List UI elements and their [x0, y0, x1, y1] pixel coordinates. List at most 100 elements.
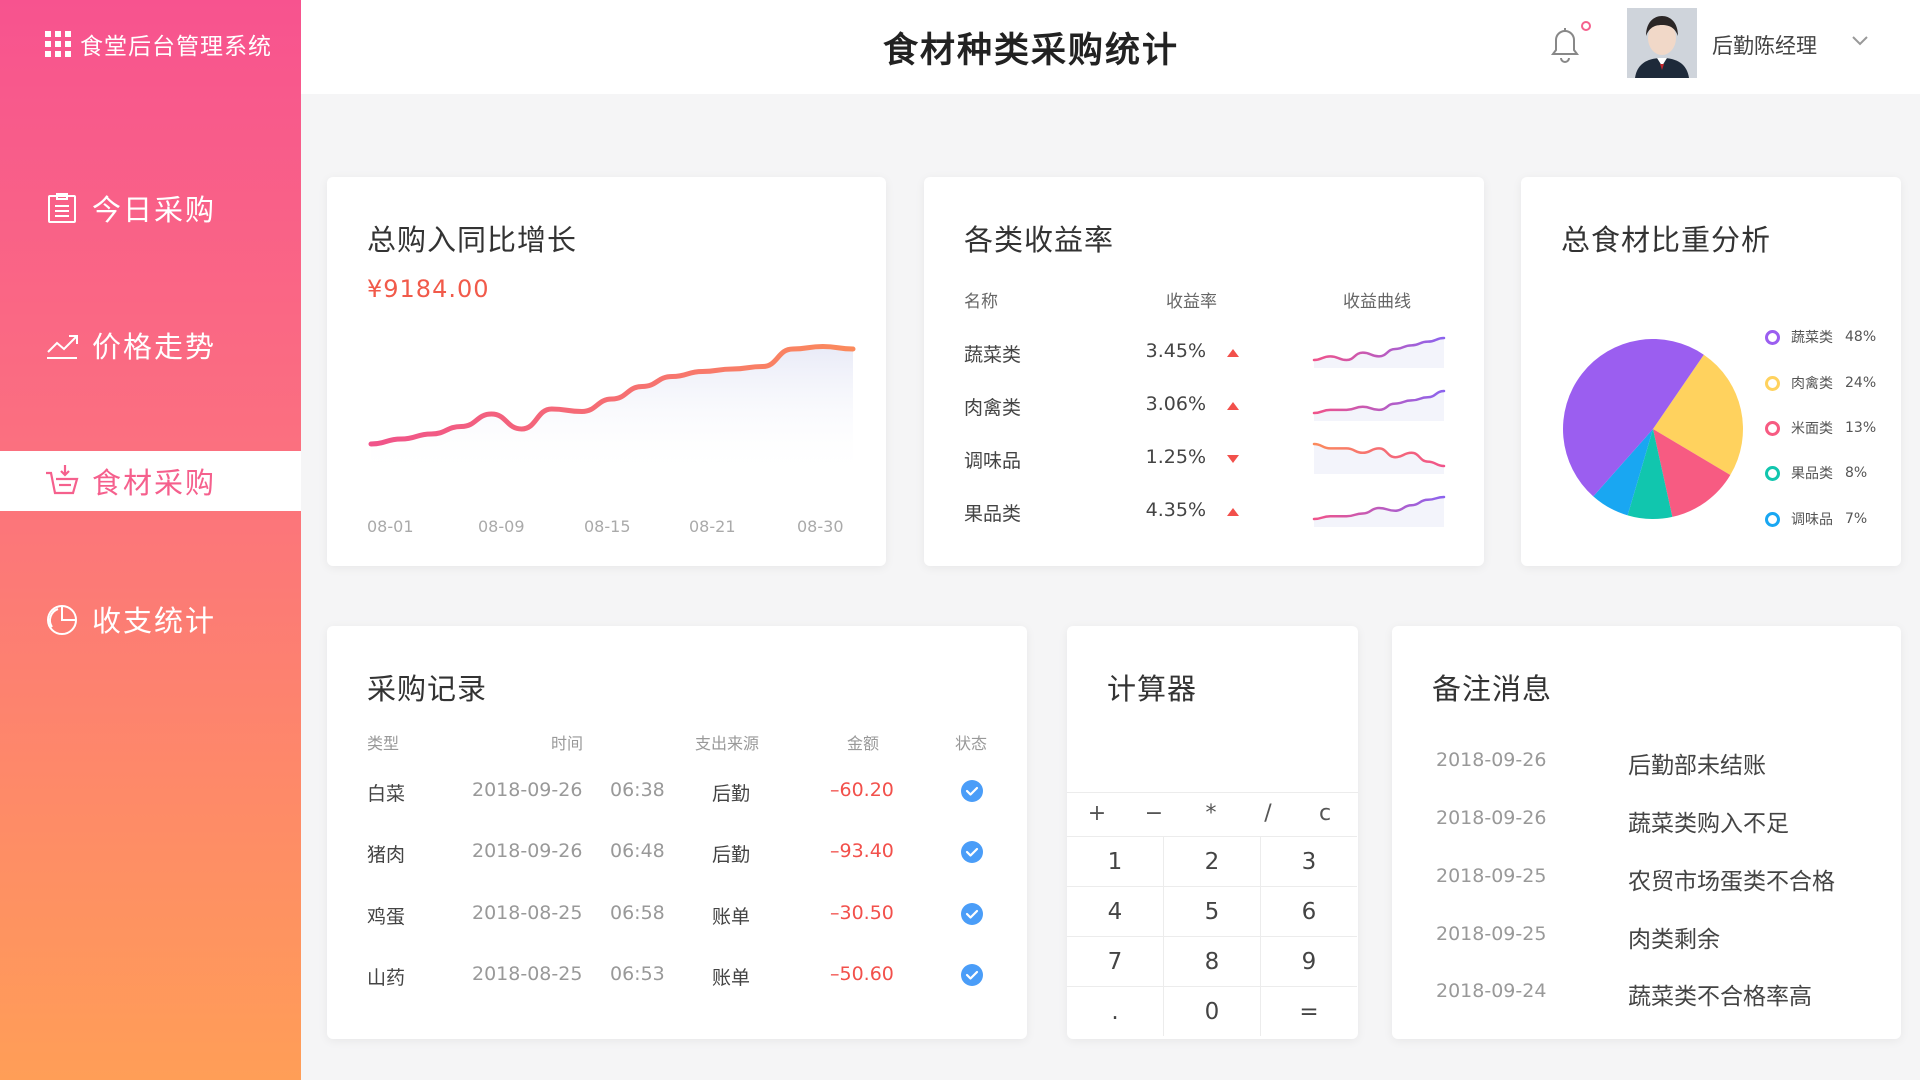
notes-card: 备注消息 2018-09-26 后勤部未结账 2018-09-26 蔬菜类购入不足 20… — [1392, 626, 1901, 1039]
note-text: 蔬菜类购入不足 — [1628, 811, 1789, 837]
legend-marker — [1765, 465, 1780, 481]
yield-mini-curve — [1312, 495, 1446, 527]
calculator-key[interactable]: 3 — [1260, 836, 1357, 886]
growth-area-chart — [368, 343, 856, 477]
brand[interactable]: 食堂后台管理系统 — [44, 28, 272, 60]
sidebar-item-today-purchase[interactable]: 今日采购 — [0, 178, 301, 238]
calculator-op-button[interactable]: − — [1134, 801, 1174, 826]
check-circle-icon[interactable] — [961, 841, 983, 863]
column-header-name: 名称 — [964, 292, 998, 312]
growth-area-fill — [371, 346, 853, 477]
calculator-key[interactable]: 4 — [1067, 886, 1163, 936]
x-tick-label: 08-30 — [797, 517, 844, 536]
legend-label: 蔬菜类 — [1791, 330, 1833, 346]
column-header-source: 支出来源 — [695, 734, 760, 753]
legend-item: 蔬菜类 48% — [1765, 327, 1876, 347]
column-header-status: 状态 — [955, 734, 988, 753]
avatar[interactable] — [1627, 8, 1697, 78]
calculator-key[interactable]: 6 — [1260, 886, 1357, 936]
calculator-op-button[interactable]: + — [1077, 801, 1117, 826]
legend-item: 果品类 8% — [1765, 463, 1867, 483]
card-title: 备注消息 — [1432, 672, 1553, 706]
record-time: 06:58 — [610, 902, 665, 924]
grid-icon — [45, 31, 71, 57]
user-name[interactable]: 后勤陈经理 — [1712, 30, 1817, 60]
card-title: 计算器 — [1107, 672, 1198, 706]
chevron-down-icon[interactable] — [1850, 34, 1870, 48]
calculator-op-button[interactable]: * — [1191, 801, 1231, 826]
legend-marker — [1765, 375, 1780, 391]
note-text: 肉类剩余 — [1628, 927, 1720, 953]
x-tick-label: 08-15 — [584, 517, 631, 536]
bell-icon[interactable] — [1545, 22, 1585, 66]
sidebar-item-label: 价格走势 — [92, 330, 217, 364]
calculator-key[interactable]: 7 — [1067, 936, 1163, 986]
yield-row-name: 肉禽类 — [964, 397, 1022, 419]
pie-chart-icon — [47, 605, 77, 635]
record-type: 白菜 — [367, 783, 406, 805]
sidebar-item-price-trend[interactable]: 价格走势 — [0, 315, 301, 375]
sidebar: 食堂后台管理系统 今日采购 价格走势 食材采购 收支统计 — [0, 0, 301, 1080]
sidebar-item-label: 收支统计 — [92, 604, 217, 638]
calculator-key[interactable]: 2 — [1163, 836, 1260, 886]
calculator-key[interactable]: . — [1067, 986, 1163, 1036]
record-type: 山药 — [367, 967, 406, 989]
note-text: 蔬菜类不合格率高 — [1628, 984, 1812, 1010]
note-date: 2018-09-25 — [1436, 865, 1547, 887]
yield-row-name: 蔬菜类 — [964, 344, 1022, 366]
sidebar-item-label: 今日采购 — [92, 193, 217, 227]
calculator-operator-row: + − * / c — [1067, 792, 1358, 836]
purchase-records-card: 采购记录 类型 时间 支出来源 金额 状态 白菜 2018-09-26 06:38 后… — [327, 626, 1027, 1039]
calculator-key[interactable]: = — [1260, 986, 1357, 1036]
legend-item: 米面类 13% — [1765, 418, 1876, 438]
calculator-op-button[interactable]: / — [1248, 801, 1288, 826]
note-date: 2018-09-24 — [1436, 980, 1547, 1002]
x-tick-label: 08-09 — [478, 517, 525, 536]
note-text: 后勤部未结账 — [1628, 753, 1766, 779]
yield-mini-curve — [1312, 336, 1446, 368]
record-type: 鸡蛋 — [367, 906, 406, 928]
check-circle-icon[interactable] — [961, 903, 983, 925]
calculator-key[interactable]: 0 — [1163, 986, 1260, 1036]
page-title: 食材种类采购统计 — [882, 31, 1179, 71]
trend-chart-icon — [47, 335, 78, 359]
growth-amount: ¥9184.00 — [367, 275, 490, 303]
yield-row-name: 果品类 — [964, 503, 1022, 525]
record-date: 2018-09-26 — [472, 840, 583, 862]
notification-dot — [1581, 21, 1591, 31]
yield-row-rate: 3.06% — [1145, 393, 1206, 415]
record-time: 06:48 — [610, 840, 665, 862]
legend-item: 肉禽类 24% — [1765, 373, 1876, 393]
calculator-key[interactable]: 8 — [1163, 936, 1260, 986]
record-date: 2018-09-26 — [472, 779, 583, 801]
legend-item: 调味品 7% — [1765, 509, 1867, 529]
sidebar-item-label: 食材采购 — [92, 466, 217, 500]
record-amount: –60.20 — [830, 779, 894, 801]
calculator-op-button[interactable]: c — [1305, 801, 1345, 826]
legend-value: 13% — [1845, 420, 1877, 436]
legend-marker — [1765, 329, 1780, 345]
column-header-amount: 金额 — [847, 734, 880, 753]
check-circle-icon[interactable] — [961, 964, 983, 986]
sidebar-item-finance-stats[interactable]: 收支统计 — [0, 589, 301, 649]
yield-row-rate: 4.35% — [1145, 499, 1206, 521]
share-card: 总食材比重分析 蔬菜类 48% 肉禽类 24% 米面类 13% 果品类 8% 调味品 7% — [1521, 177, 1901, 566]
calculator-card: 计算器 + − * / c 1 2 3 4 5 6 7 8 9. 0 = — [1067, 626, 1358, 1039]
sidebar-item-ingredient-purchase[interactable]: 食材采购 — [0, 451, 301, 511]
record-type: 猪肉 — [367, 844, 406, 866]
brand-name: 食堂后台管理系统 — [80, 34, 272, 60]
arrow-down-icon — [1227, 455, 1239, 463]
calculator-key[interactable]: 5 — [1163, 886, 1260, 936]
growth-card: 总购入同比增长 ¥9184.00 08-01 08-09 08-15 08-21 08-… — [327, 177, 886, 566]
arrow-up-icon — [1227, 402, 1239, 410]
legend-label: 调味品 — [1791, 512, 1833, 528]
legend-marker — [1765, 511, 1780, 527]
calculator-key[interactable]: 9 — [1260, 936, 1357, 986]
record-source: 后勤 — [712, 783, 751, 805]
calculator-display — [1067, 726, 1358, 792]
check-circle-icon[interactable] — [961, 780, 983, 802]
top-header: 食材种类采购统计 后勤陈经理 — [301, 0, 1920, 94]
yield-row-rate: 3.45% — [1145, 340, 1206, 362]
arrow-up-icon — [1227, 349, 1239, 357]
calculator-key[interactable]: 1 — [1067, 836, 1163, 886]
